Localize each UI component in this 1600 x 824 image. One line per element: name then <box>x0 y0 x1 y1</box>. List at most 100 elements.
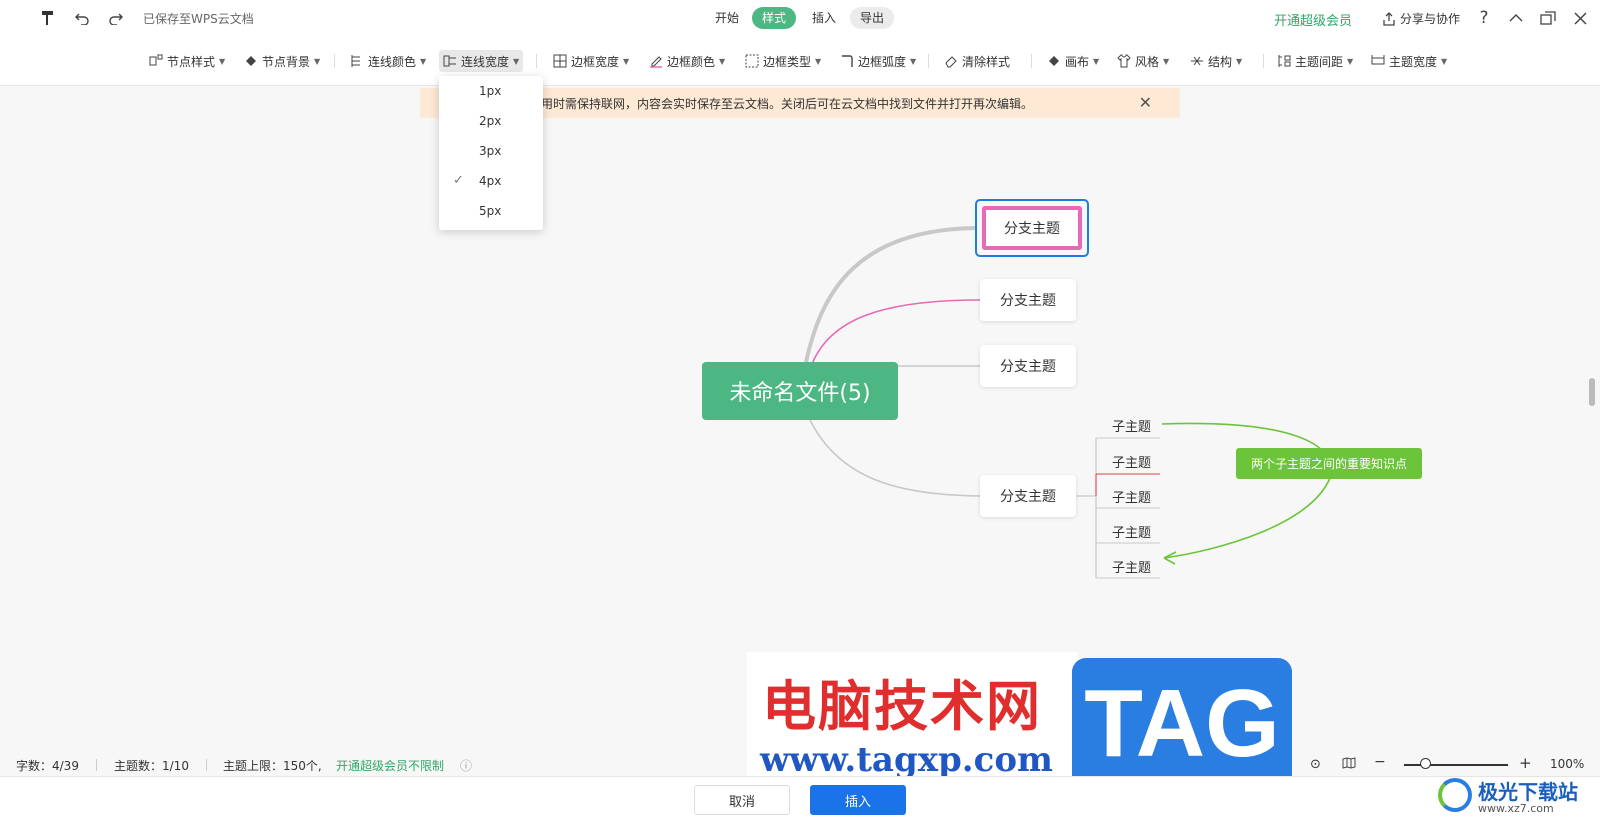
tool-label: 结构 <box>1208 54 1233 69</box>
insert-button[interactable]: 插入 <box>810 785 906 815</box>
topic-width-button[interactable]: 主题宽度 ▼ <box>1367 50 1451 72</box>
restore-window-icon[interactable] <box>1538 8 1558 28</box>
help-icon[interactable]: ? <box>1474 8 1494 28</box>
zoom-slider-handle[interactable] <box>1420 758 1431 769</box>
tab-start[interactable]: 开始 <box>705 7 749 29</box>
save-status: 已保存至WPS云文档 <box>143 12 254 26</box>
share-button[interactable]: 分享与协作 <box>1382 10 1460 27</box>
vip-link[interactable]: 开通超级会员 <box>1274 10 1352 29</box>
subtopic[interactable]: 子主题 <box>1112 522 1151 541</box>
divider <box>1031 54 1032 68</box>
tool-label: 边框弧度 <box>858 54 907 69</box>
watermark-tag-logo: TAG <box>1072 658 1292 790</box>
border-type-button[interactable]: 边框类型 ▼ <box>741 50 825 72</box>
locate-icon[interactable]: ⊙ <box>1310 757 1321 772</box>
node-style-button[interactable]: 节点样式 ▼ <box>145 50 229 72</box>
option-3px[interactable]: 3px <box>439 136 543 166</box>
divider <box>1263 54 1264 68</box>
close-icon[interactable] <box>1570 8 1590 28</box>
subtopic[interactable]: 子主题 <box>1112 452 1151 471</box>
line-width-icon <box>443 55 456 67</box>
node-background-button[interactable]: 节点背景 ▼ <box>240 50 324 72</box>
checkmark-icon: ✓ <box>453 173 464 188</box>
relation-label[interactable]: 两个子主题之间的重要知识点 <box>1236 448 1422 479</box>
watermark-xz-name: 极光下载站 <box>1478 780 1578 804</box>
theme-style-button[interactable]: 风格 ▼ <box>1113 50 1173 72</box>
corner-radius-icon <box>842 55 853 67</box>
xz-logo-icon <box>1438 778 1472 812</box>
redo-icon[interactable] <box>106 8 126 28</box>
undo-icon[interactable] <box>72 8 92 28</box>
tab-export[interactable]: 导出 <box>850 7 895 29</box>
line-width-dropdown: 1px 2px 3px ✓ 4px 5px <box>439 76 543 230</box>
format-painter-icon[interactable] <box>38 8 58 28</box>
tab-style[interactable]: 样式 <box>752 7 797 29</box>
tab-insert[interactable]: 插入 <box>802 7 846 29</box>
paint-bucket-icon <box>246 56 256 66</box>
option-label: 4px <box>479 174 502 188</box>
border-width-button[interactable]: 边框宽度 ▼ <box>549 50 633 72</box>
structure-button[interactable]: 结构 ▼ <box>1186 50 1246 72</box>
branch-topic-1[interactable]: 分支主题 <box>982 206 1082 250</box>
map-icon[interactable] <box>1342 757 1356 772</box>
divider <box>928 54 929 68</box>
width-icon <box>1371 55 1385 65</box>
subtopic[interactable]: 子主题 <box>1112 557 1151 576</box>
tool-label: 连线宽度 <box>461 54 510 69</box>
tool-label: 边框类型 <box>763 54 812 69</box>
line-color-icon <box>351 55 360 67</box>
option-5px[interactable]: 5px <box>439 196 543 226</box>
subtopic[interactable]: 子主题 <box>1112 487 1151 506</box>
branch-topic-4[interactable]: 分支主题 <box>980 475 1076 517</box>
collapse-icon[interactable] <box>1506 8 1526 28</box>
border-color-button[interactable]: 边框颜色 ▼ <box>645 50 729 72</box>
tool-label: 画布 <box>1065 54 1090 69</box>
border-width-icon <box>553 54 567 68</box>
zoom-level: 100% <box>1550 757 1585 771</box>
line-width-button[interactable]: 连线宽度 ▼ <box>439 50 524 72</box>
branch-topic-3[interactable]: 分支主题 <box>980 345 1076 387</box>
word-count: 字数：4/39 <box>16 759 79 773</box>
node-style-icon <box>149 54 163 66</box>
divider <box>334 54 335 68</box>
eraser-icon <box>945 56 957 68</box>
clear-style-button[interactable]: 清除样式 <box>940 50 1014 72</box>
border-radius-button[interactable]: 边框弧度 ▼ <box>836 50 920 72</box>
watermark-site-url: www.tagxp.com <box>760 740 1053 780</box>
top-bar: 已保存至WPS云文档 开始 样式 插入 导出 开通超级会员 分享与协作 ? <box>0 0 1600 36</box>
option-1px[interactable]: 1px <box>439 76 543 106</box>
zoom-in-icon[interactable]: + <box>1519 754 1532 772</box>
vertical-scrollbar[interactable] <box>1589 378 1595 406</box>
option-2px[interactable]: 2px <box>439 106 543 136</box>
pen-icon <box>650 56 662 68</box>
tool-label: 节点背景 <box>262 54 311 69</box>
line-color-button[interactable]: 连线颜色 ▼ <box>346 50 430 72</box>
subtopic[interactable]: 子主题 <box>1112 416 1151 435</box>
cancel-button[interactable]: 取消 <box>694 785 790 815</box>
branch-topic-2[interactable]: 分支主题 <box>980 279 1076 321</box>
root-topic[interactable]: 未命名文件(5) <box>702 362 898 420</box>
divider <box>206 759 207 771</box>
topic-limit: 主题上限：150个, <box>223 759 322 773</box>
shirt-icon <box>1117 54 1131 68</box>
dashed-border-icon <box>745 54 759 68</box>
divider <box>536 54 537 68</box>
zoom-out-icon[interactable]: − <box>1374 754 1386 770</box>
share-label: 分享与协作 <box>1400 12 1461 26</box>
topic-count: 主题数：1/10 <box>114 759 189 773</box>
watermark-xz-url: www.xz7.com <box>1478 802 1554 815</box>
tool-label: 边框颜色 <box>667 54 716 69</box>
tool-label: 主题间距 <box>1295 54 1344 69</box>
tool-label: 连线颜色 <box>368 54 417 69</box>
notice-text: 使用时需保持联网，内容会实时保存至云文档。关闭后可在云文档中找到文件并打开再次编… <box>529 97 1034 111</box>
topic-spacing-button[interactable]: 主题间距 ▼ <box>1273 50 1357 72</box>
tool-label: 风格 <box>1135 54 1160 69</box>
canvas-button[interactable]: 画布 ▼ <box>1043 50 1103 72</box>
option-4px[interactable]: ✓ 4px <box>439 166 543 196</box>
info-icon[interactable]: ⓘ <box>460 757 472 774</box>
tool-label: 主题宽度 <box>1389 54 1438 69</box>
watermark-site-name: 电脑技术网 <box>762 675 1042 738</box>
share-icon <box>1383 11 1395 26</box>
close-icon[interactable]: ✕ <box>1139 93 1152 112</box>
vip-unlimited-link[interactable]: 开通超级会员不限制 <box>336 757 444 774</box>
